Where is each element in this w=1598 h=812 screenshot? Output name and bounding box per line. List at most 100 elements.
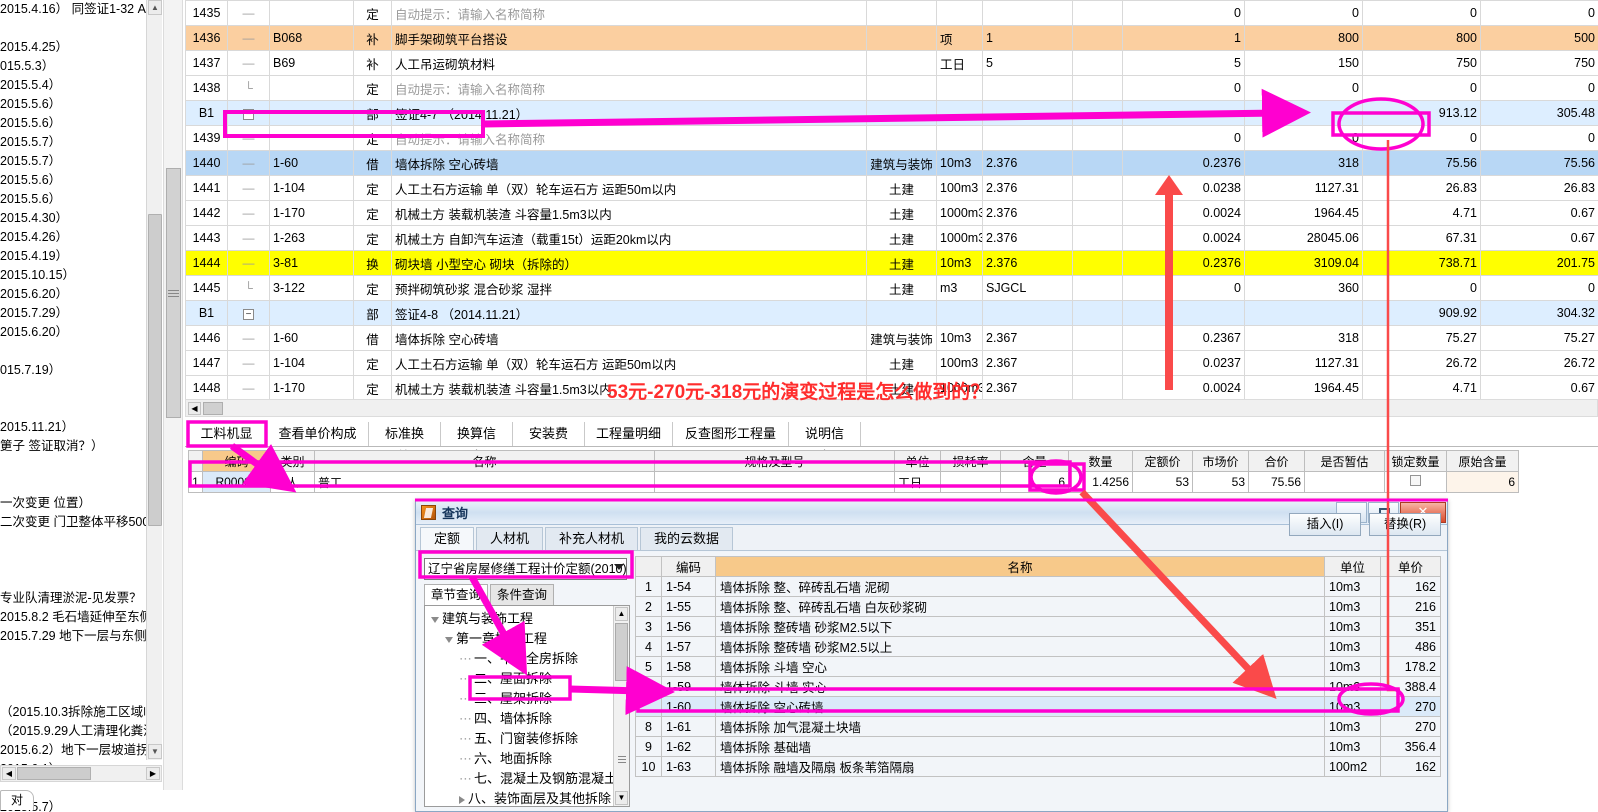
tree-node[interactable]: ⋯ 四、墙体拆除 <box>425 709 629 729</box>
table-row[interactable]: 9 1-62 墙体拆除 基础墙 10m3 356.4 <box>635 736 1441 757</box>
scroll-down-icon[interactable]: ▼ <box>615 791 628 805</box>
cell-tree[interactable]: — <box>227 0 270 26</box>
cell-tree[interactable]: — <box>227 375 270 400</box>
table-row[interactable]: 1436— B068 补脚手架砌筑平台搭设项 1 1 800 800 500 <box>185 25 1598 51</box>
table-row[interactable]: 1 R00001 人普工 工日 6 1.4256 53 53 75.56 6 <box>188 471 1519 493</box>
scrollbar-grip[interactable] <box>168 290 179 299</box>
table-row[interactable]: 1-60 墙体拆除 空心砖墙 10m3 270 <box>635 696 1441 717</box>
table-row[interactable]: 1446 — 1-60 借墙体拆除 空心砖墙 建筑与装饰 10m3 2.367 0.2367 3… <box>185 325 1598 351</box>
tree-node[interactable]: 建筑与装饰工程 <box>425 609 629 629</box>
scroll-left-icon[interactable]: ◀ <box>2 767 16 780</box>
table-row[interactable]: 3 1-56 墙体拆除 整砖墙 砂浆M2.5以下 10m3 351 <box>635 616 1441 637</box>
table-row[interactable]: 6 1-59 墙体拆除 斗墙 实心 10m3 388.4 <box>635 676 1441 697</box>
cell-tree[interactable]: └ <box>227 275 270 301</box>
cell-lock-quantity[interactable] <box>1384 471 1447 493</box>
column-header-13[interactable]: 原始含量 <box>1446 450 1519 472</box>
replace-button[interactable]: 替换(R) <box>1369 513 1441 536</box>
scroll-right-icon[interactable]: ▶ <box>146 767 160 780</box>
column-header-0[interactable] <box>635 556 662 577</box>
table-row[interactable]: 1439— 定自动提示：请输入名称简称 0 0 0 0 <box>185 125 1598 151</box>
chevron-down-icon[interactable] <box>431 616 439 623</box>
left-notes-vertical-scrollbar[interactable]: ▲ ▼ <box>146 0 162 760</box>
table-row[interactable]: 1438 └ 定自动提示：请输入名称简称 0 0 0 0 <box>185 75 1598 101</box>
scroll-up-icon[interactable]: ▲ <box>148 0 162 15</box>
cell-tree[interactable]: — <box>227 225 270 251</box>
table-row[interactable]: 1437— B69 补人工吊运砌筑材料 工日 5 5 150 750 750 <box>185 50 1598 76</box>
dialog-tab-0[interactable]: 定额 <box>420 527 475 550</box>
table-row[interactable]: 1445 └ 3-122 定预拌砌筑砂浆 混合砂浆 湿拌 土建 m3 SJGCL 0 360 0 0 <box>185 275 1598 301</box>
collapse-icon[interactable]: − <box>243 309 254 320</box>
detail-tabstrip[interactable]: 工料机显示查看单价构成标准换算换算信息安装费用工程量明细反查图形工程量说明信息 <box>185 420 1598 464</box>
cell-tree[interactable]: — <box>227 325 270 351</box>
table-row[interactable]: 4 1-57 墙体拆除 整砖墙 砂浆M2.5以上 10m3 486 <box>635 636 1441 657</box>
column-header-3[interactable]: 规格及型号 <box>654 450 895 472</box>
tab-5[interactable]: 工程量明细 <box>585 422 673 446</box>
column-header-10[interactable]: 合价 <box>1248 450 1305 472</box>
dialog-tab-3[interactable]: 我的云数据 <box>640 527 734 550</box>
query-mode-tab-0[interactable]: 章节查询 <box>424 584 489 605</box>
chapter-tree[interactable]: 建筑与装饰工程 第一章拆除工程 ⋯ 一、平房全房拆除 ⋯ 二、屋面拆除 ⋯ 三、屋架拆除 ⋯ 四、… <box>424 605 630 807</box>
tab-4[interactable]: 安装费用 <box>513 422 585 464</box>
dialog-tab-1[interactable]: 人材机 <box>476 527 544 550</box>
tab-7[interactable]: 说明信息 <box>789 422 861 464</box>
column-header-4[interactable]: 单位 <box>894 450 941 472</box>
column-header-3[interactable]: 单位 <box>1324 556 1381 577</box>
scroll-left-icon[interactable]: ◀ <box>188 402 201 415</box>
column-header-7[interactable]: 数量 <box>1068 450 1133 472</box>
query-dialog[interactable]: 查询 ✕ 定额 人材机 补充人材机 我的云数据 辽宁省房屋修缮工程计价定额(2010)… <box>415 500 1448 812</box>
price-standard-combo[interactable]: 辽宁省房屋修缮工程计价定额(2010) <box>424 558 627 580</box>
chevron-down-icon[interactable] <box>614 564 624 570</box>
table-row[interactable]: 1443 — 1-263 定机械土方 自卸汽车运渣（载重15t）运距20km以内 土建 1… <box>185 225 1598 251</box>
collapse-icon[interactable]: − <box>243 109 254 120</box>
cell-tree[interactable]: — <box>227 175 270 201</box>
query-mode-tab-1[interactable]: 条件查询 <box>490 584 555 605</box>
lock-quantity-checkbox[interactable] <box>1410 475 1421 486</box>
dialog-action-buttons[interactable]: 插入(I) 替换(R) <box>1289 513 1441 536</box>
column-header-9[interactable]: 市场价 <box>1192 450 1249 472</box>
column-header-0[interactable]: 编码 <box>202 450 271 472</box>
column-header-1[interactable]: 类别 <box>270 450 315 472</box>
left-panel-tab[interactable]: 对 <box>0 790 34 810</box>
tab-0[interactable]: 工料机显示 <box>187 422 267 464</box>
cell-tree[interactable]: — <box>227 200 270 226</box>
table-row[interactable]: 8 1-61 墙体拆除 加气混凝土块墙 10m3 270 <box>635 716 1441 737</box>
cell-tree[interactable]: — <box>227 50 270 76</box>
left-notes-horizontal-scrollbar[interactable]: ◀ ▶ <box>0 765 162 782</box>
column-header-6[interactable]: 含量 <box>1000 450 1069 472</box>
estimate-grid[interactable]: 1435— 定自动提示：请输入名称简称 0 0 0 0 1436— B068 补脚手架砌筑平台搭… <box>185 0 1598 400</box>
query-mode-tabs[interactable]: 章节查询 条件查询 <box>424 584 630 606</box>
insert-button[interactable]: 插入(I) <box>1289 513 1361 536</box>
tab-3[interactable]: 换算信息 <box>441 422 513 464</box>
tab-1[interactable]: 查看单价构成 <box>267 422 369 446</box>
scrollbar-thumb[interactable] <box>203 402 223 415</box>
workspace-vertical-scrollbar[interactable] <box>163 0 183 790</box>
tree-node[interactable]: ⋯ 一、平房全房拆除 <box>425 649 629 669</box>
table-row[interactable]: 2 1-55 墙体拆除 整、碎砖乱石墙 白灰砂浆砌 10m3 216 <box>635 596 1441 617</box>
dialog-tab-2[interactable]: 补充人材机 <box>545 527 639 550</box>
table-row[interactable]: 1 1-54 墙体拆除 整、碎砖乱石墙 泥砌 10m3 162 <box>635 576 1441 597</box>
column-header-11[interactable]: 是否暂估 <box>1304 450 1385 472</box>
tree-node[interactable]: 八、装饰面层及其他拆除 <box>425 789 629 806</box>
scrollbar-thumb[interactable] <box>615 623 628 681</box>
cell-tree[interactable]: — <box>227 250 270 276</box>
column-header-8[interactable]: 定额价 <box>1132 450 1193 472</box>
tree-node[interactable]: ⋯ 三、屋架拆除 <box>425 689 629 709</box>
tree-node[interactable]: ⋯ 七、混凝土及钢筋混凝土 <box>425 769 629 789</box>
table-row[interactable]: 1441 — 1-104 定人工土石方运输 单（双）轮车运石方 运距50m以内 土建 10… <box>185 175 1598 201</box>
tree-node[interactable]: 第一章拆除工程 <box>425 629 629 649</box>
column-header-2[interactable]: 名称 <box>314 450 655 472</box>
table-row[interactable]: 1442 — 1-170 定机械土方 装载机装渣 斗容量1.5m3以内 土建 1000m3… <box>185 200 1598 226</box>
column-header-2[interactable]: 名称 <box>715 556 1325 577</box>
column-header-4[interactable]: 单价 <box>1380 556 1441 577</box>
scrollbar-thumb[interactable] <box>17 767 91 780</box>
material-machine-panel[interactable]: 编码 类别 名称 规格及型号 单位 损耗率 含量 数量 定额价 市场价 合价 是否暂估 锁定数量 原始含量… <box>188 450 1588 493</box>
cell-tree[interactable]: — <box>227 25 270 51</box>
table-row[interactable]: 1444 — 3-81 换砌块墙 小型空心 砌块（拆除的） 土建 10m3 2.376 0.2… <box>185 250 1598 276</box>
scrollbar-thumb[interactable] <box>148 214 162 526</box>
cell-tree[interactable]: − <box>227 300 270 326</box>
table-row[interactable]: B1 − 部签证4-8 （2014.11.21） 909.92 304.32 <box>185 300 1598 326</box>
tab-2[interactable]: 标准换算 <box>369 422 441 464</box>
tree-node[interactable]: ⋯ 二、屋面拆除 <box>425 669 629 689</box>
column-header-12[interactable]: 锁定数量 <box>1384 450 1447 472</box>
cell-tree[interactable]: — <box>227 125 270 151</box>
